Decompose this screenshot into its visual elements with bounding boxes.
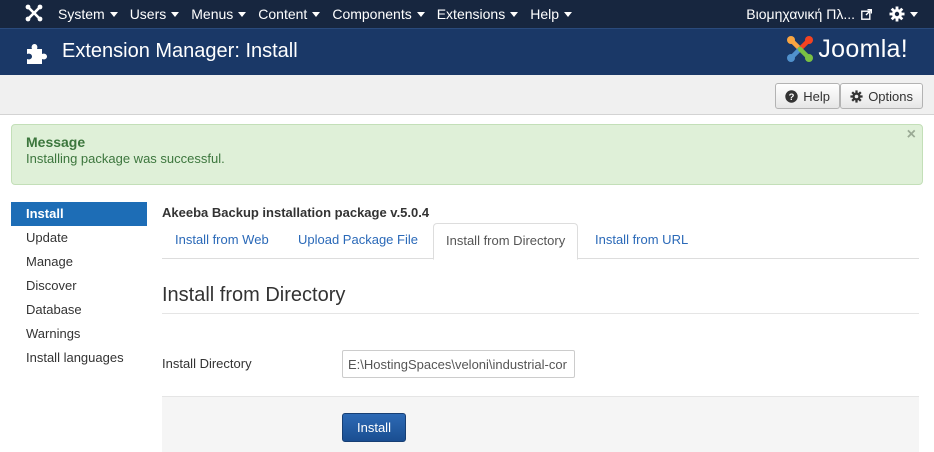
puzzle-icon (25, 41, 49, 68)
caret-down-icon (109, 12, 118, 17)
divider (162, 313, 919, 314)
caret-down-icon (910, 12, 918, 17)
section-title: Install from Directory (162, 284, 346, 306)
success-message: Message Installing package was successfu… (11, 124, 923, 185)
joomla-logo-icon[interactable] (24, 3, 44, 23)
sidebar-item-manage[interactable]: Manage (11, 250, 147, 274)
toolbar: ? Help Options (0, 75, 934, 115)
menu-menus[interactable]: Menus (191, 0, 258, 28)
main-menu: System Users Menus Content Components Ex… (58, 0, 584, 28)
close-icon[interactable]: × (907, 126, 916, 144)
svg-text:?: ? (789, 92, 795, 103)
menu-components[interactable]: Components (332, 0, 436, 28)
external-link-icon (861, 8, 872, 20)
sidebar-item-install-languages[interactable]: Install languages (11, 346, 147, 370)
package-title: Akeeba Backup installation package v.5.0… (162, 205, 430, 220)
page-header: Extension Manager: Install Joomla! (0, 28, 934, 75)
tab-upload-package-file[interactable]: Upload Package File (286, 223, 430, 259)
menu-users[interactable]: Users (130, 0, 192, 28)
gear-icon (889, 6, 905, 22)
tab-install-from-url[interactable]: Install from URL (583, 223, 700, 259)
tab-install-from-web[interactable]: Install from Web (163, 223, 281, 259)
menu-help[interactable]: Help (530, 0, 584, 28)
page-title: Extension Manager: Install (62, 40, 298, 62)
menu-system[interactable]: System (58, 0, 130, 28)
install-directory-label: Install Directory (162, 356, 252, 371)
caret-down-icon (416, 12, 425, 17)
caret-down-icon (312, 12, 321, 17)
joomla-logo-icon (787, 36, 814, 62)
help-button[interactable]: ? Help (775, 83, 840, 109)
site-link[interactable]: Βιομηχανική Πλ... (746, 0, 872, 28)
question-circle-icon: ? (785, 89, 798, 103)
gear-icon (850, 89, 863, 103)
message-heading: Message (26, 134, 86, 150)
install-directory-input[interactable] (342, 350, 575, 378)
caret-down-icon (171, 12, 180, 17)
tab-install-from-directory[interactable]: Install from Directory (433, 223, 579, 260)
sidebar: Install Update Manage Discover Database … (11, 202, 147, 370)
sidebar-item-install[interactable]: Install (11, 202, 147, 226)
user-settings-menu[interactable] (889, 0, 918, 28)
sidebar-item-warnings[interactable]: Warnings (11, 322, 147, 346)
caret-down-icon (238, 12, 247, 17)
form-actions: Install (162, 396, 919, 452)
joomla-brand-logo: Joomla! (785, 34, 908, 64)
options-button[interactable]: Options (840, 83, 923, 109)
caret-down-icon (564, 12, 572, 17)
menu-extensions[interactable]: Extensions (437, 0, 530, 28)
menu-content[interactable]: Content (258, 0, 332, 28)
sidebar-item-discover[interactable]: Discover (11, 274, 147, 298)
sidebar-item-update[interactable]: Update (11, 226, 147, 250)
caret-down-icon (510, 12, 519, 17)
message-text: Installing package was successful. (26, 151, 225, 166)
install-tabs: Install from Web Upload Package File Ins… (162, 223, 919, 260)
brand-name: Joomla! (818, 34, 908, 63)
top-navbar: System Users Menus Content Components Ex… (0, 0, 934, 28)
install-button[interactable]: Install (342, 413, 406, 442)
sidebar-item-database[interactable]: Database (11, 298, 147, 322)
